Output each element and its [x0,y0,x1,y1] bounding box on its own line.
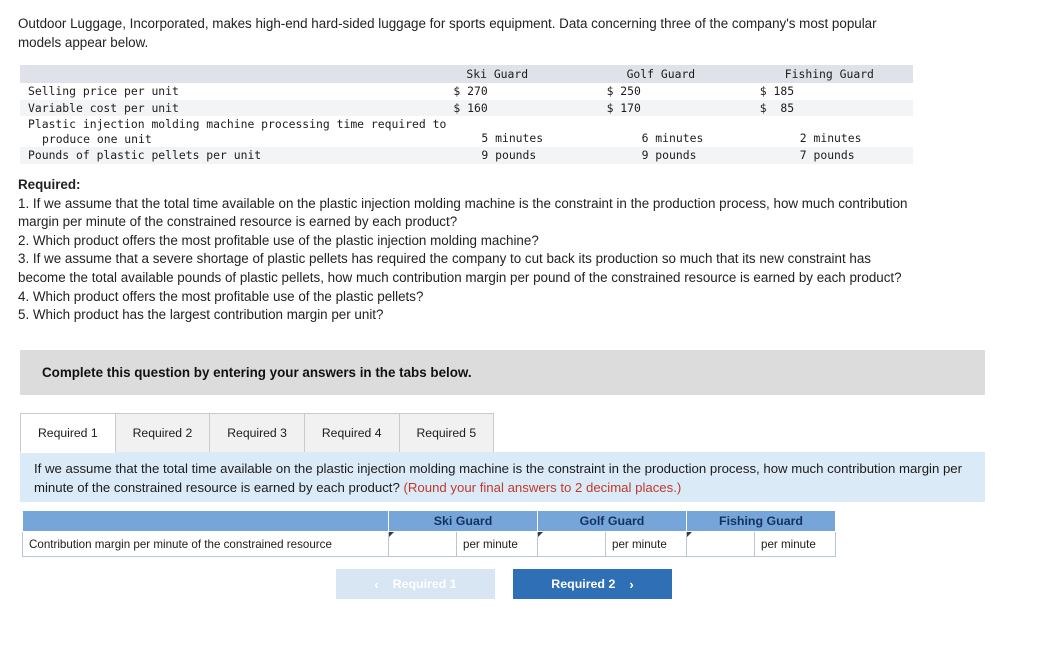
required-section: Required: 1. If we assume that the total… [18,176,918,325]
answer-unit-ski: per minute [456,531,538,557]
table-row: Pounds of plastic pellets per unit 9 pou… [20,147,913,164]
answer-row-label: Contribution margin per minute of the co… [22,531,389,557]
tab-strip: Required 1 Required 2 Required 3 Require… [20,412,985,453]
row-value-ski: 5 minutes [453,116,607,147]
row-value-fishing: 7 pounds [759,147,913,164]
answer-header-ski-guard: Ski Guard [388,510,538,532]
tab-required-5[interactable]: Required 5 [398,413,495,453]
answer-table: Ski Guard Golf Guard Fishing Guard Contr… [22,510,836,557]
row-value-fishing: $ 85 [759,99,913,116]
answer-header-golf-guard: Golf Guard [537,510,687,532]
tab-label: Required 5 [416,426,477,440]
table-row: Variable cost per unit $ 160 $ 170 $ 85 [20,99,913,116]
tab-required-4[interactable]: Required 4 [303,413,399,453]
tab-label: Required 3 [227,426,287,440]
answer-header-fishing-guard: Fishing Guard [686,510,836,532]
required-item-1: 1. If we assume that the total time avai… [18,195,908,230]
required-item-3: 3. If we assume that a severe shortage o… [18,251,902,285]
required-heading: Required: [18,177,81,192]
data-table-header-row: Ski Guard Golf Guard Fishing Guard [20,65,913,83]
row-value-ski: $ 270 [453,83,607,100]
row-value-ski: $ 160 [453,99,607,116]
required-item-4: 4. Which product offers the most profita… [18,288,424,304]
table-row: Plastic injection molding machine proces… [20,116,913,147]
tab-required-1[interactable]: Required 1 [20,413,115,453]
ski-guard-answer-input[interactable] [389,532,456,556]
tab-required-2[interactable]: Required 2 [114,413,210,453]
answer-header-blank [22,510,389,532]
tab-label: Required 1 [38,426,98,440]
answer-unit-fishing: per minute [754,531,836,557]
golf-guard-answer-input[interactable] [538,532,605,556]
row-value-ski: 9 pounds [453,147,607,164]
data-table-header-fishing-guard: Fishing Guard [759,65,913,83]
data-table-header-blank [20,65,454,83]
question-rounding-hint: (Round your final answers to 2 decimal p… [403,479,682,495]
answer-unit-golf: per minute [605,531,687,557]
intro-paragraph: Outdoor Luggage, Incorporated, makes hig… [18,16,877,50]
instruction-bar: Complete this question by entering your … [20,350,985,395]
instruction-bar-text: Complete this question by entering your … [42,365,472,380]
row-label: Plastic injection molding machine proces… [20,116,454,147]
row-value-fishing: 2 minutes [759,116,913,147]
previous-button-label: Required 1 [392,577,457,591]
previous-required-button[interactable]: ‹ Required 1 [336,569,495,599]
row-value-golf: 6 minutes [606,116,760,147]
row-label-line1: Plastic injection molding machine proces… [28,117,447,131]
chevron-right-icon: › [629,576,634,592]
row-label: Variable cost per unit [20,99,454,116]
row-value-golf: 9 pounds [606,147,760,164]
product-data-table: Ski Guard Golf Guard Fishing Guard Selli… [20,65,913,164]
tab-label: Required 2 [132,426,193,440]
tab-navigation: ‹ Required 1 Required 2 › [336,569,672,599]
answer-input-cell-ski[interactable] [388,531,457,557]
answer-table-header-row: Ski Guard Golf Guard Fishing Guard [22,510,836,532]
row-label-line2: produce one unit [42,131,152,146]
next-button-label: Required 2 [551,577,616,591]
row-value-golf: $ 250 [606,83,760,100]
row-label: Pounds of plastic pellets per unit [20,147,454,164]
tab-label: Required 4 [321,426,382,440]
required-item-5: 5. Which product has the largest contrib… [18,307,384,323]
table-row: Selling price per unit $ 270 $ 250 $ 185 [20,83,913,100]
fishing-guard-answer-input[interactable] [687,532,754,556]
tab-required-3[interactable]: Required 3 [209,413,304,453]
data-table-header-ski-guard: Ski Guard [453,65,607,83]
row-value-golf: $ 170 [606,99,760,116]
question-panel: If we assume that the total time availab… [20,452,985,502]
data-table-header-golf-guard: Golf Guard [606,65,760,83]
answer-input-cell-fishing[interactable] [686,531,755,557]
table-row: Contribution margin per minute of the co… [22,531,836,557]
answer-input-cell-golf[interactable] [537,531,606,557]
chevron-left-icon: ‹ [374,576,379,592]
required-item-2: 2. Which product offers the most profita… [18,232,539,248]
next-required-button[interactable]: Required 2 › [513,569,672,599]
row-label: Selling price per unit [20,83,454,100]
row-value-fishing: $ 185 [759,83,913,100]
